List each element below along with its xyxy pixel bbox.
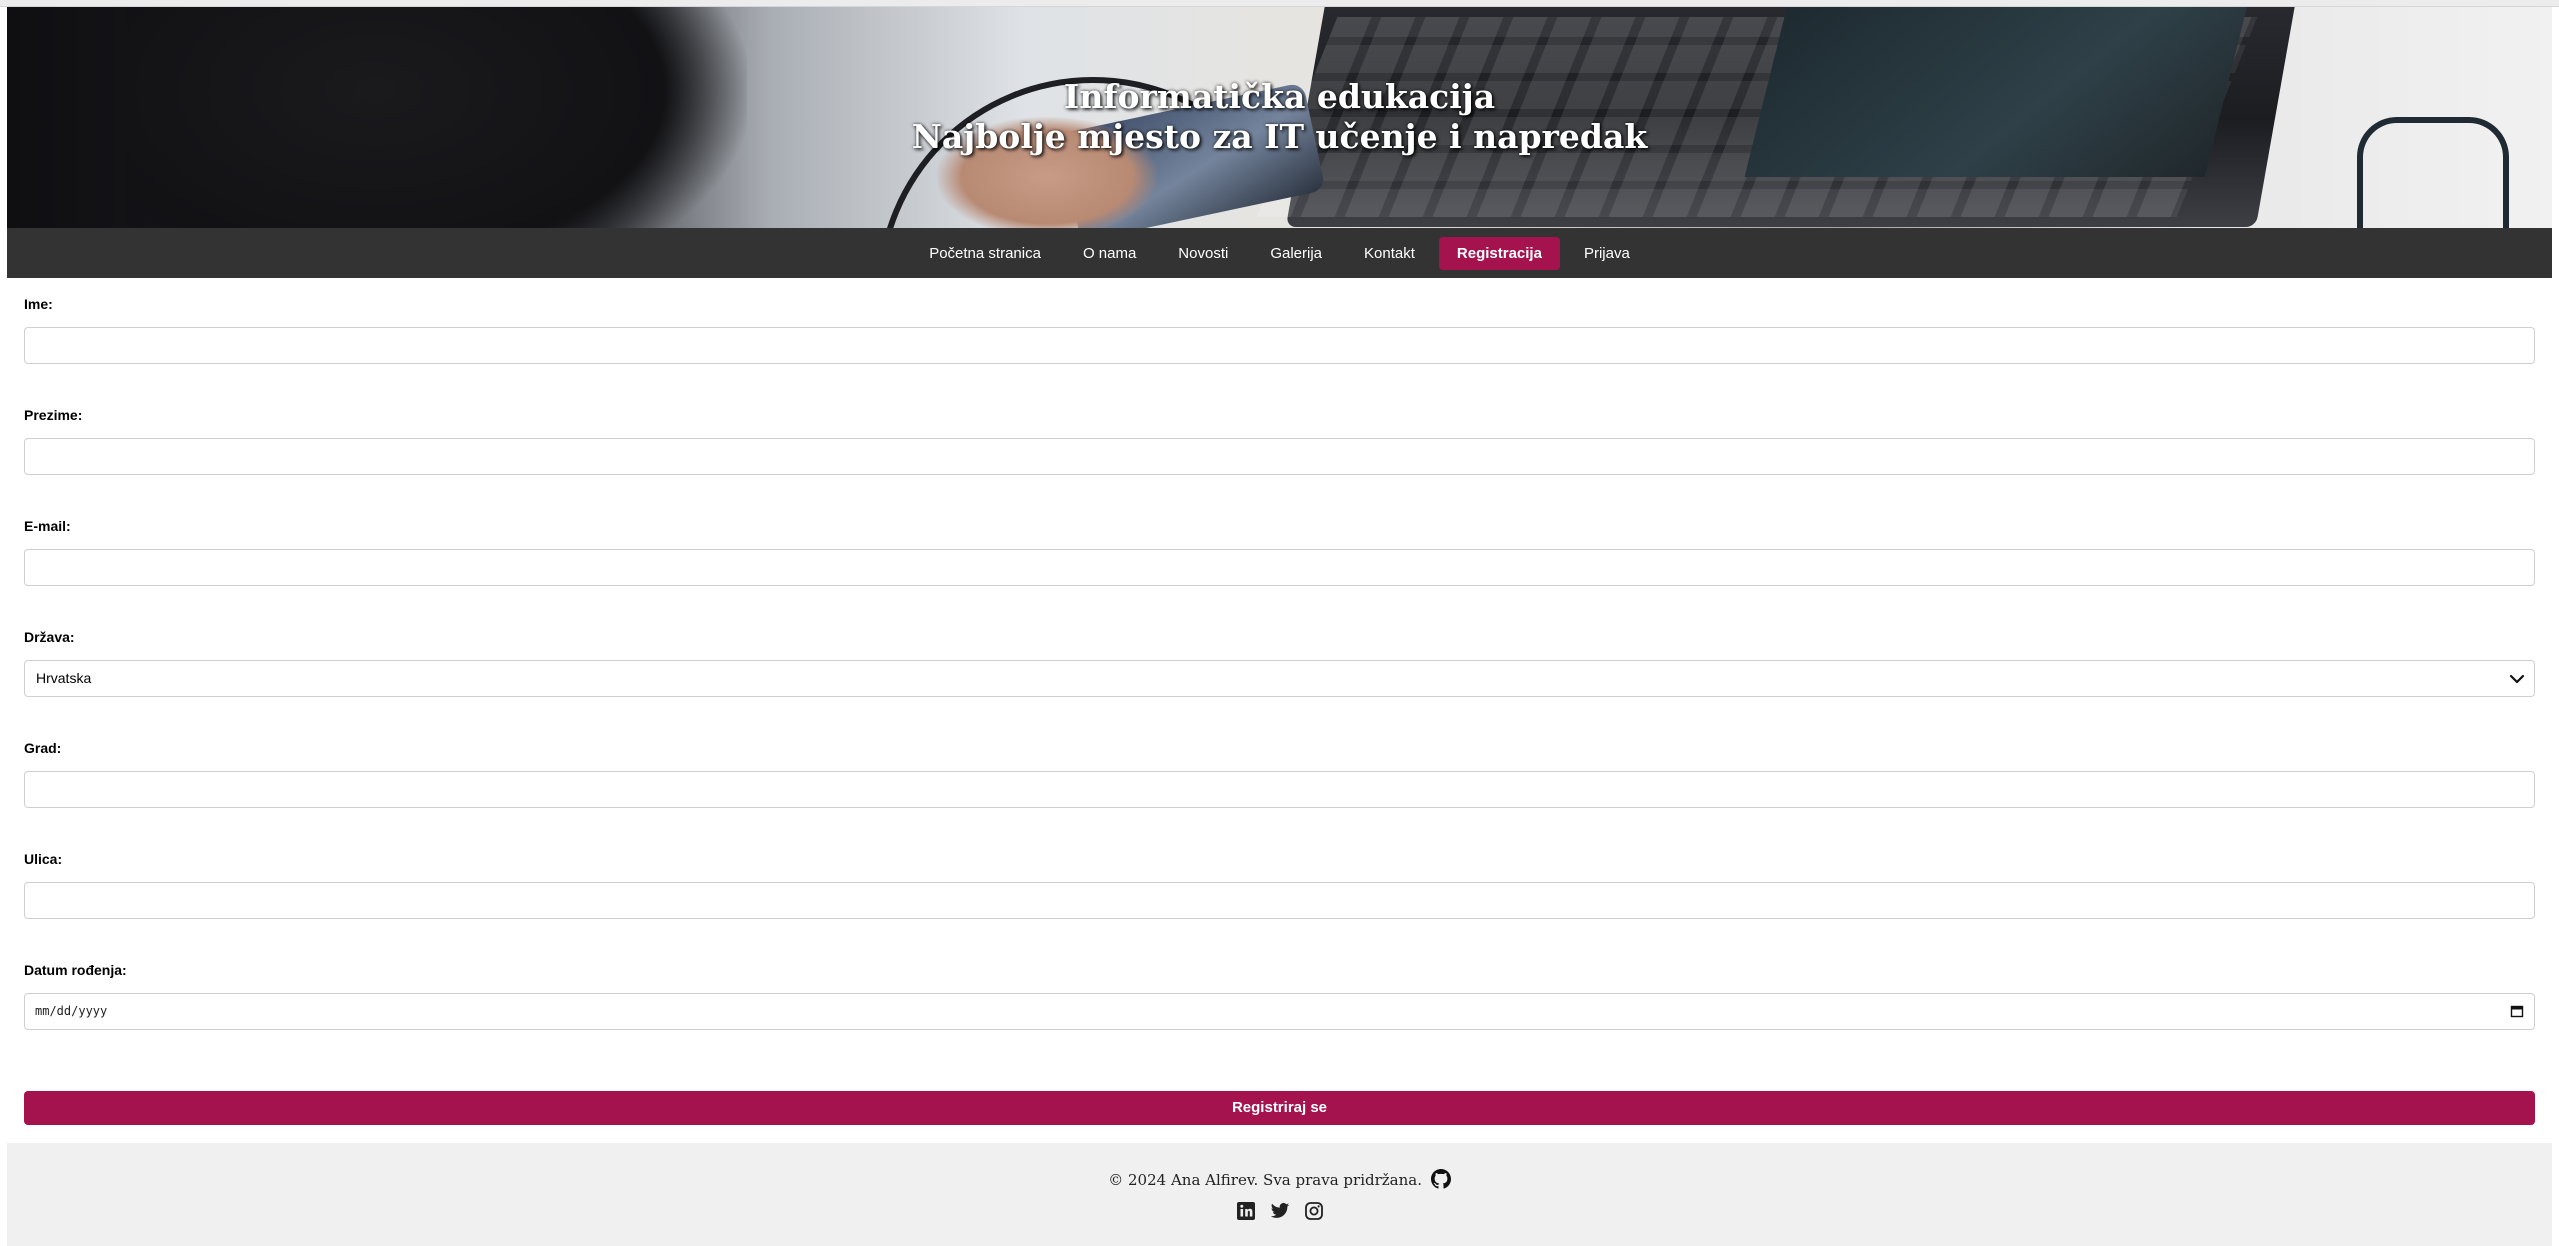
nav-item-news[interactable]: Novosti	[1160, 237, 1246, 270]
birthdate-field: Datum rođenja: mm/dd/yyyy	[24, 944, 2535, 1055]
city-label: Grad:	[24, 740, 62, 756]
hero-banner: Informatička edukacija Najbolje mjesto z…	[7, 7, 2552, 228]
site-title: Informatička edukacija	[1063, 77, 1496, 116]
city-input[interactable]	[24, 771, 2535, 808]
email-label: E-mail:	[24, 518, 71, 534]
footer-copyright-line: © 2024 Ana Alfirev. Sva prava pridržana.	[7, 1169, 2552, 1189]
last-name-label: Prezime:	[24, 407, 83, 423]
nav-item-about[interactable]: O nama	[1065, 237, 1154, 270]
linkedin-icon[interactable]	[1236, 1201, 1256, 1221]
city-field: Grad:	[24, 722, 2535, 833]
footer: © 2024 Ana Alfirev. Sva prava pridržana.	[7, 1143, 2552, 1246]
email-input[interactable]	[24, 549, 2535, 586]
main-nav: Početna stranica O nama Novosti Galerija…	[7, 228, 2552, 278]
street-field: Ulica:	[24, 833, 2535, 944]
last-name-field: Prezime:	[24, 389, 2535, 500]
page: Informatička edukacija Najbolje mjesto z…	[7, 7, 2552, 1246]
country-selected-value: Hrvatska	[36, 670, 92, 686]
hero-title: Informatička edukacija Najbolje mjesto z…	[7, 77, 2552, 157]
first-name-input[interactable]	[24, 327, 2535, 364]
street-input[interactable]	[24, 882, 2535, 919]
birthdate-input[interactable]: mm/dd/yyyy	[24, 993, 2535, 1030]
first-name-label: Ime:	[24, 296, 53, 312]
birthdate-placeholder: mm/dd/yyyy	[35, 1004, 108, 1018]
country-label: Država:	[24, 629, 75, 645]
register-button[interactable]: Registriraj se	[24, 1091, 2535, 1125]
birthdate-label: Datum rođenja:	[24, 962, 127, 978]
nav-item-login[interactable]: Prijava	[1566, 237, 1648, 270]
github-icon[interactable]	[1430, 1169, 1451, 1189]
browser-top-edge	[0, 0, 2559, 7]
social-links	[7, 1201, 2552, 1221]
nav-item-registration[interactable]: Registracija	[1438, 236, 1560, 270]
country-select[interactable]: Hrvatska	[24, 660, 2535, 697]
country-field: Država: Hrvatska	[24, 611, 2535, 722]
twitter-icon[interactable]	[1270, 1201, 1290, 1221]
copyright-text: © 2024 Ana Alfirev. Sva prava pridržana.	[1108, 1171, 1422, 1189]
registration-form: Ime: Prezime: E-mail: Država: Hrvatska G…	[7, 278, 2552, 1125]
chevron-down-icon	[2509, 674, 2525, 684]
first-name-field: Ime:	[24, 278, 2535, 389]
street-label: Ulica:	[24, 851, 63, 867]
nav-item-contact[interactable]: Kontakt	[1346, 237, 1433, 270]
site-subtitle: Najbolje mjesto za IT učenje i napredak	[911, 117, 1648, 156]
email-field: E-mail:	[24, 500, 2535, 611]
nav-item-home[interactable]: Početna stranica	[911, 237, 1059, 270]
last-name-input[interactable]	[24, 438, 2535, 475]
calendar-icon[interactable]	[2510, 1004, 2524, 1018]
nav-item-gallery[interactable]: Galerija	[1252, 237, 1340, 270]
instagram-icon[interactable]	[1304, 1201, 1324, 1221]
